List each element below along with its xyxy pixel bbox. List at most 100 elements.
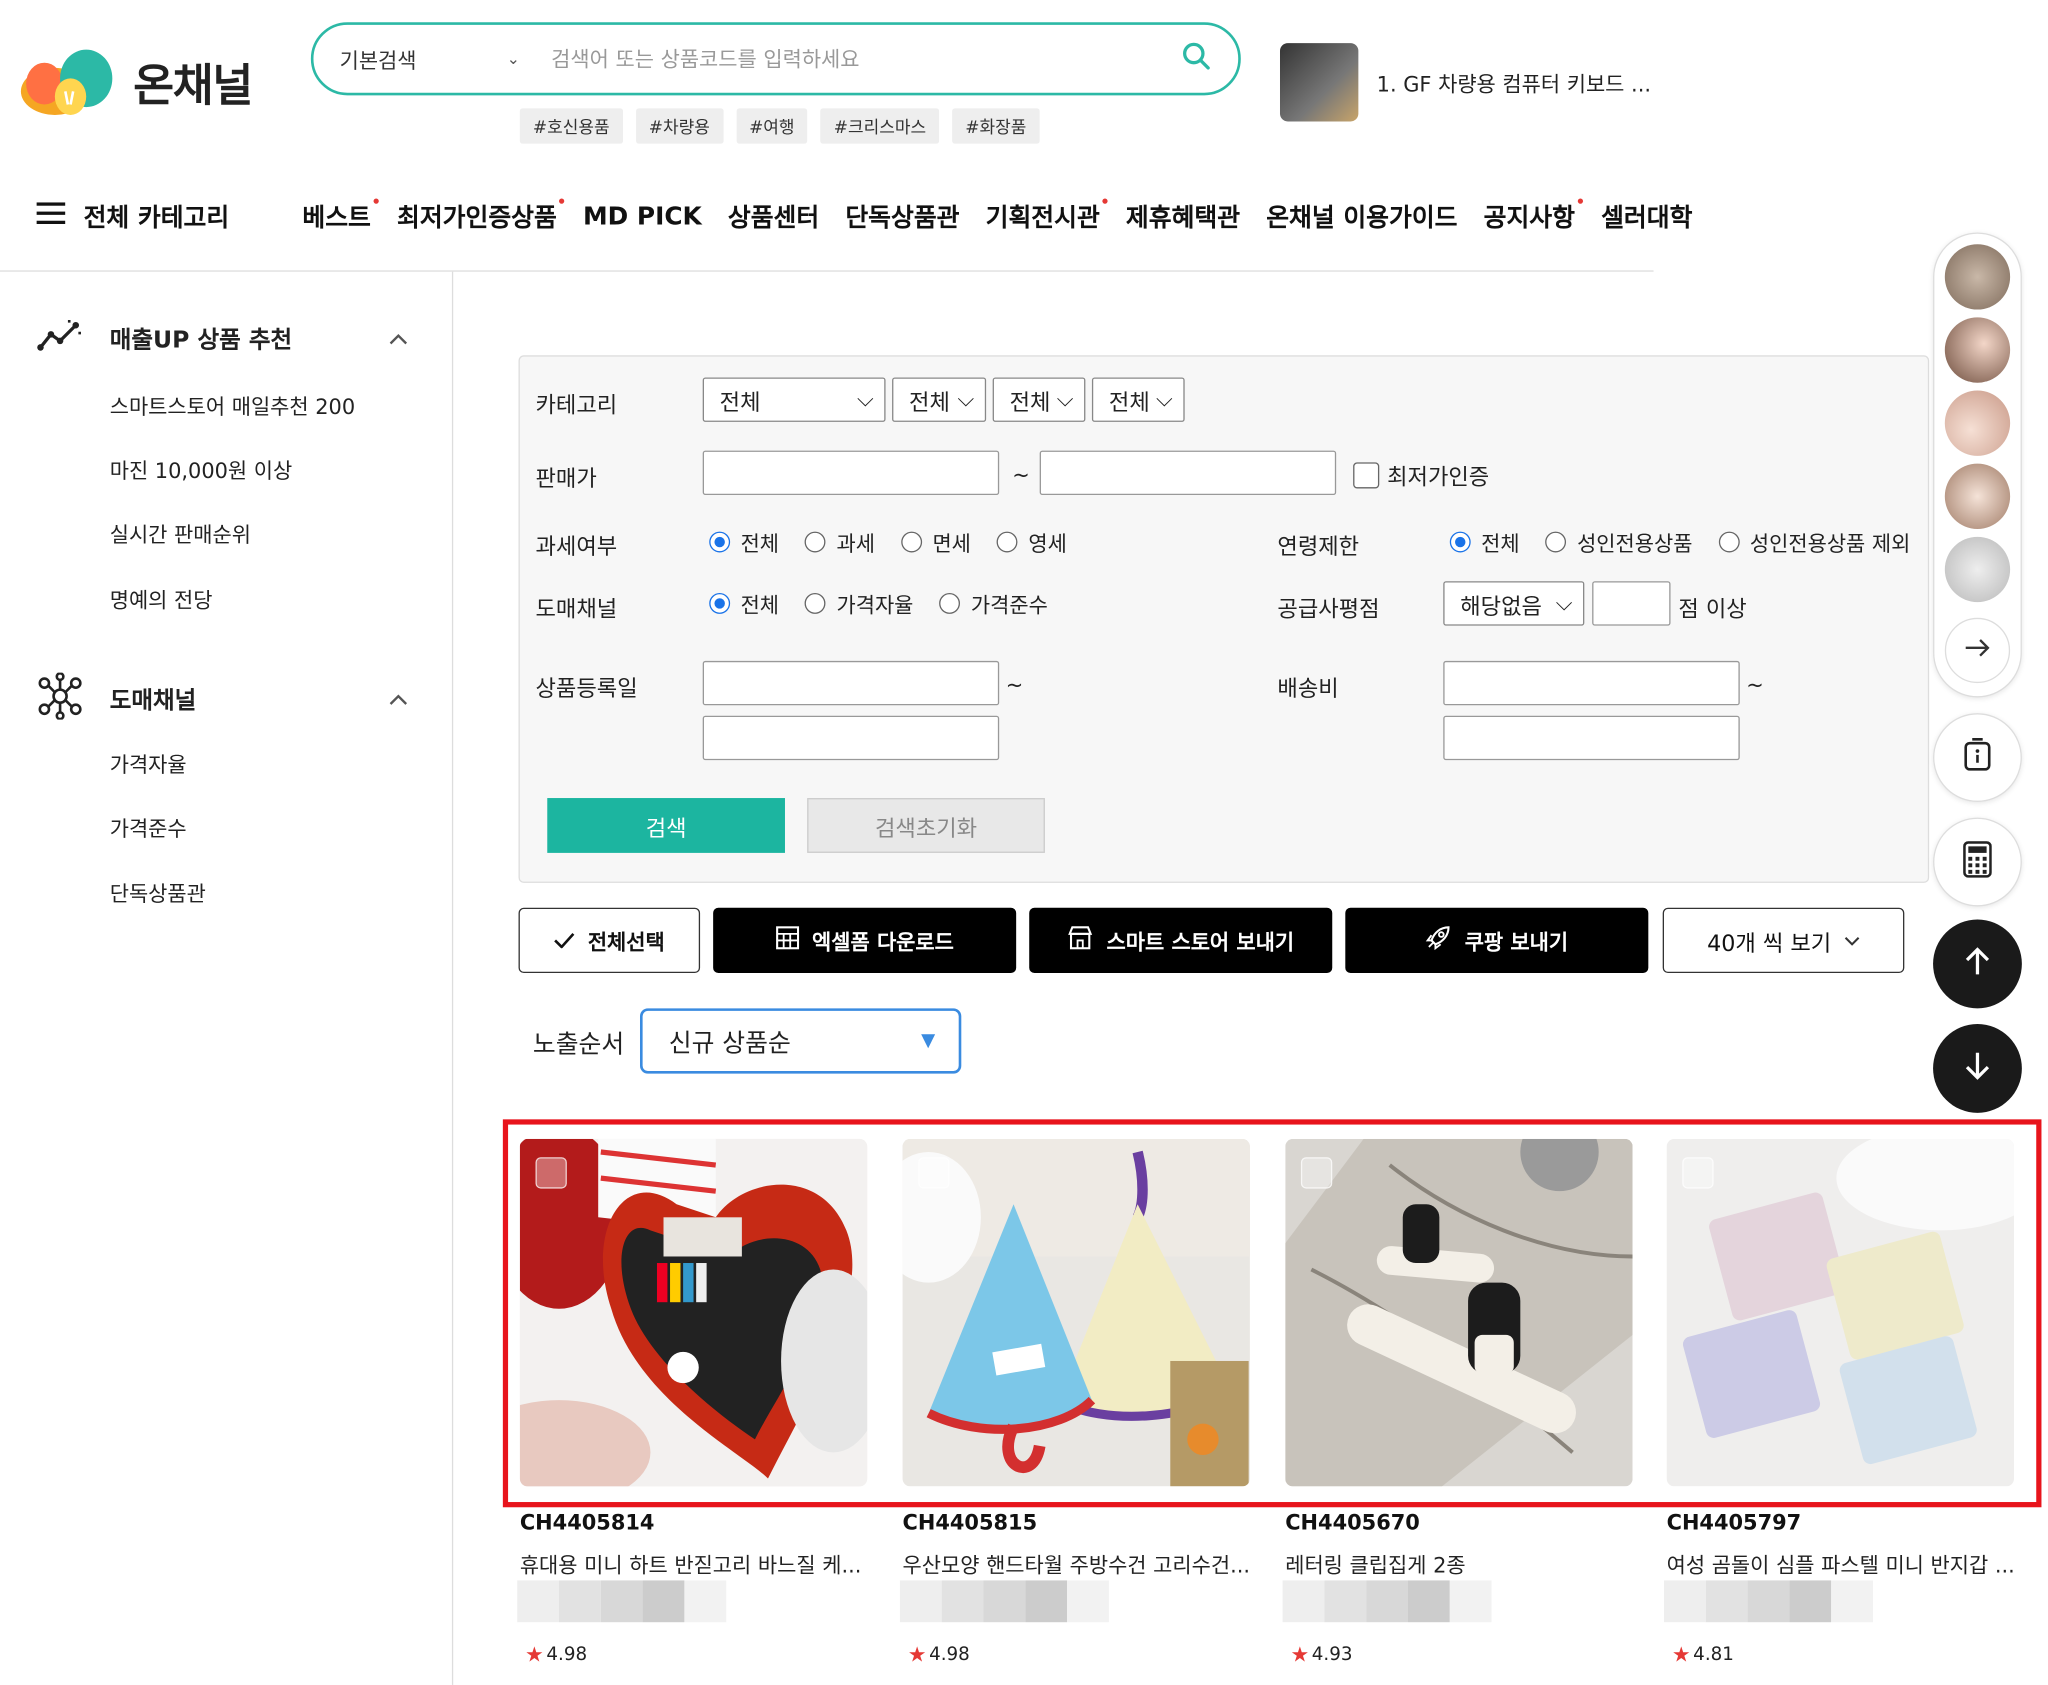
search-type-select[interactable]: 기본검색 ⌄ bbox=[340, 43, 536, 74]
product-checkbox[interactable] bbox=[1300, 1157, 1333, 1189]
product-image[interactable] bbox=[1666, 1138, 2015, 1487]
nav-seller-univ[interactable]: 셀러대학 bbox=[1601, 199, 1692, 234]
lowest-cert-checkbox[interactable]: 최저가인증 bbox=[1353, 458, 1489, 491]
age-radio-exclude-adult[interactable]: 성인전용상품 제외 bbox=[1718, 526, 1910, 557]
nav-benefits[interactable]: 제휴혜택관 bbox=[1126, 199, 1240, 234]
product-card[interactable]: CH4405670 레터링 클립집게 2종 ★ 4.93 bbox=[1282, 1138, 1633, 1667]
recent-product-thumb[interactable] bbox=[1944, 536, 2011, 603]
hashtag[interactable]: #여행 bbox=[736, 108, 808, 144]
shipping-max-input[interactable] bbox=[1443, 715, 1740, 761]
channel-radio-fixed[interactable]: 가격준수 bbox=[939, 588, 1048, 619]
radio-label: 가격자율 bbox=[836, 592, 914, 618]
calculator-button[interactable] bbox=[1933, 817, 2022, 907]
product-checkbox[interactable] bbox=[535, 1157, 567, 1189]
product-image[interactable] bbox=[519, 1138, 868, 1487]
sidebar-section-sales-up[interactable]: 매출UP 상품 추천 bbox=[37, 319, 409, 358]
nav-notice[interactable]: 공지사항 bbox=[1484, 198, 1583, 234]
supplier-rating-select[interactable]: 해당없음 ⌵ bbox=[1443, 581, 1585, 626]
sidebar-section-title: 도매채널 bbox=[109, 687, 197, 715]
price-max-input[interactable] bbox=[1039, 450, 1337, 496]
logo[interactable]: 온채널 bbox=[18, 44, 253, 117]
sidebar-section-wholesale[interactable]: 도매채널 bbox=[37, 671, 409, 725]
next-arrow-button[interactable] bbox=[1944, 617, 2011, 684]
age-radio-adult[interactable]: 성인전용상품 bbox=[1545, 526, 1692, 557]
hashtag[interactable]: #차량용 bbox=[635, 108, 723, 144]
product-name[interactable]: 레터링 클립집게 2종 bbox=[1285, 1548, 1638, 1579]
info-button[interactable] bbox=[1933, 713, 2022, 802]
product-name[interactable]: 여성 곰돌이 심플 파스텔 미니 반지갑 ... bbox=[1667, 1548, 2020, 1579]
age-radio-all[interactable]: 전체 bbox=[1449, 526, 1520, 557]
chevron-down-icon: ⌄ bbox=[506, 49, 520, 68]
tax-radio-exempt[interactable]: 면세 bbox=[901, 526, 971, 557]
product-name[interactable]: 휴대용 미니 하트 반짇고리 바느질 케... bbox=[520, 1548, 873, 1579]
smartstore-send-button[interactable]: 스마트 스토어 보내기 bbox=[1029, 907, 1333, 974]
nav-md-pick[interactable]: MD PICK bbox=[583, 202, 702, 231]
tax-radio-all[interactable]: 전체 bbox=[709, 526, 779, 557]
product-checkbox[interactable] bbox=[1682, 1157, 1714, 1189]
channel-radio-free[interactable]: 가격자율 bbox=[805, 588, 913, 619]
select-all-button[interactable]: 전체선택 bbox=[518, 907, 701, 974]
search-input[interactable] bbox=[551, 46, 1168, 72]
price-min-input[interactable] bbox=[702, 450, 1000, 496]
hashtag[interactable]: #호신용품 bbox=[519, 108, 623, 144]
shipping-min-input[interactable] bbox=[1443, 660, 1740, 706]
hashtag[interactable]: #크리스마스 bbox=[820, 108, 940, 144]
supplier-rating-input[interactable] bbox=[1592, 581, 1671, 626]
sidebar-item-hall-of-fame[interactable]: 명예의 전당 bbox=[110, 583, 213, 614]
blurred-price bbox=[517, 1580, 727, 1623]
lowest-cert-label: 최저가인증 bbox=[1387, 464, 1490, 492]
product-rating: ★ 4.98 bbox=[908, 1642, 970, 1667]
excel-download-button[interactable]: 엑셀폼 다운로드 bbox=[713, 907, 1017, 974]
product-image[interactable] bbox=[902, 1138, 1250, 1487]
sidebar-item-margin[interactable]: 마진 10,000원 이상 bbox=[110, 453, 293, 484]
chevron-down-icon: ⌵ bbox=[1555, 590, 1573, 617]
tax-radio-taxable[interactable]: 과세 bbox=[805, 526, 875, 557]
coupang-send-button[interactable]: 쿠팡 보내기 bbox=[1345, 907, 1649, 974]
order-select[interactable]: 신규 상품순 ▼ bbox=[639, 1008, 962, 1074]
all-category-button[interactable]: 전체 카테고리 bbox=[36, 199, 229, 234]
recent-product-thumb[interactable] bbox=[1944, 390, 2011, 456]
sidebar-item-free-price[interactable]: 가격자율 bbox=[110, 747, 187, 778]
tax-radio-zero[interactable]: 영세 bbox=[997, 526, 1067, 557]
hashtag[interactable]: #화장품 bbox=[952, 108, 1040, 144]
nav-lowest-price[interactable]: 최저가인증상품 bbox=[397, 198, 566, 234]
sidebar-item-realtime-rank[interactable]: 실시간 판매순위 bbox=[110, 517, 251, 548]
search-icon[interactable] bbox=[1181, 40, 1212, 77]
coupang-send-label: 쿠팡 보내기 bbox=[1464, 929, 1569, 955]
nav-best[interactable]: 베스트 bbox=[302, 198, 380, 234]
nav-product-center[interactable]: 상품센터 bbox=[728, 199, 819, 234]
nav-guide[interactable]: 온채널 이용가이드 bbox=[1266, 199, 1457, 234]
nav-exhibition[interactable]: 기획전시관 bbox=[986, 198, 1109, 234]
product-card[interactable]: CH4405815 우산모양 핸드타월 주방수건 고리수건... ★ 4.98 bbox=[899, 1138, 1250, 1667]
per-page-select[interactable]: 40개 씩 보기 bbox=[1662, 907, 1905, 974]
product-name[interactable]: 우산모양 핸드타월 주방수건 고리수건... bbox=[903, 1548, 1256, 1579]
category-select-4[interactable]: 전체 ⌵ bbox=[1091, 377, 1185, 422]
product-card[interactable]: CH4405814 휴대용 미니 하트 반짇고리 바느질 케... ★ 4.98 bbox=[517, 1138, 868, 1667]
category-select-2[interactable]: 전체 ⌵ bbox=[892, 377, 987, 422]
product-card[interactable]: CH4405797 여성 곰돌이 심플 파스텔 미니 반지갑 ... ★ 4.81 bbox=[1663, 1138, 2015, 1667]
recent-product-thumb[interactable] bbox=[1944, 463, 2011, 529]
product-checkbox[interactable] bbox=[918, 1157, 950, 1189]
chevron-down-icon bbox=[1844, 927, 1860, 953]
category-select-1[interactable]: 전체 ⌵ bbox=[702, 377, 886, 422]
product-image[interactable] bbox=[1285, 1138, 1633, 1487]
trend-icon bbox=[37, 319, 84, 358]
category-select-3[interactable]: 전체 ⌵ bbox=[992, 377, 1086, 422]
scroll-top-button[interactable] bbox=[1933, 919, 2022, 1009]
search-button[interactable]: 검색 bbox=[547, 798, 785, 853]
reset-button[interactable]: 검색초기화 bbox=[807, 798, 1045, 853]
category-select-value: 전체 bbox=[719, 389, 761, 416]
nav-exclusive[interactable]: 단독상품관 bbox=[845, 199, 959, 234]
sidebar-item-smartstore-daily[interactable]: 스마트스토어 매일추천 200 bbox=[110, 389, 355, 420]
channel-radio-all[interactable]: 전체 bbox=[709, 588, 779, 619]
reg-date-start-input[interactable] bbox=[702, 660, 1000, 706]
recent-product-thumb[interactable] bbox=[1944, 244, 2011, 310]
order-value: 신규 상품순 bbox=[668, 1028, 791, 1058]
sidebar-item-fixed-price[interactable]: 가격준수 bbox=[110, 811, 187, 842]
scroll-bottom-button[interactable] bbox=[1933, 1023, 2022, 1113]
recent-product-thumb[interactable] bbox=[1944, 317, 2011, 383]
ad-banner[interactable]: 1. GF 차량용 컴퓨터 키보드 ... bbox=[1279, 43, 1651, 122]
shipping-label: 배송비 bbox=[1277, 676, 1339, 703]
reg-date-end-input[interactable] bbox=[702, 715, 1000, 761]
sidebar-item-exclusive[interactable]: 단독상품관 bbox=[110, 876, 206, 907]
